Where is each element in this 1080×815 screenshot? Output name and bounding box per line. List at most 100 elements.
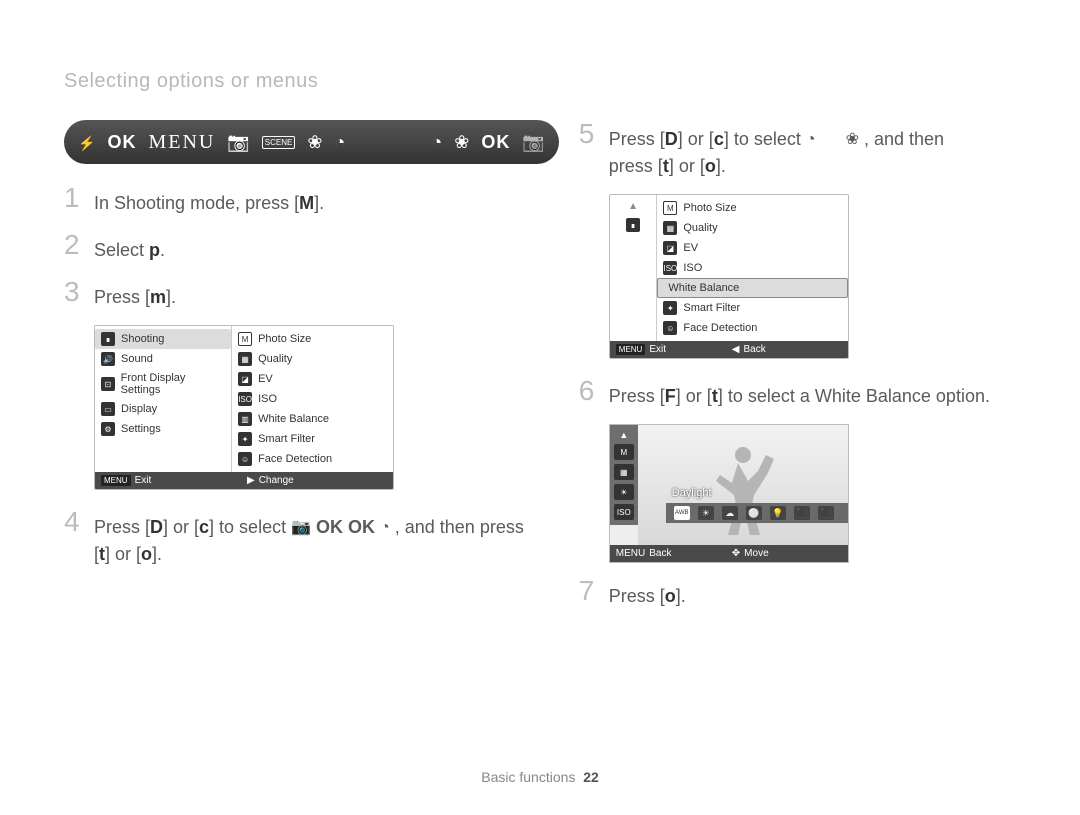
timer-icon [806, 128, 816, 152]
menu-item: Smart Filter [683, 302, 740, 314]
step-number: 7 [579, 577, 599, 610]
screenshot-footer: MENU Back ✥ Move [610, 545, 848, 562]
screenshot-footer: MENUExit ▶Change [95, 472, 393, 489]
step-4: 4 Press [D] or [c] to select 📷 OK OK , a… [64, 508, 559, 568]
size-icon: M [238, 332, 252, 346]
menu-item: Settings [121, 423, 161, 435]
step-text: Press [m]. [94, 278, 176, 311]
wb-chip-6: ⬛ [818, 506, 834, 520]
step-6: 6 Press [F] or [t] to select a White Bal… [579, 377, 1050, 410]
menu-item: Face Detection [683, 322, 757, 334]
menu-item: Front Display Settings [121, 372, 225, 396]
footer-page-number: 22 [583, 769, 599, 785]
menu-item: Photo Size [683, 202, 736, 214]
left-arrow-icon: ◀ [732, 344, 740, 355]
footer-action: Exit [135, 475, 152, 486]
menu-right-pane: MPhoto Size ▦Quality ◪EV ISOISO White Ba… [657, 195, 847, 341]
menu-button-icon: MENU [616, 548, 645, 559]
camera-icon: ∎ [101, 332, 115, 346]
mode-m-icon: M [614, 444, 634, 460]
ev-icon: ◪ [238, 372, 252, 386]
face-icon: ☺ [238, 452, 252, 466]
step-7: 7 Press [o]. [579, 577, 1050, 610]
move-icon: ✥ [732, 548, 740, 559]
footer-action: Back [649, 548, 671, 559]
timer-icon [380, 516, 390, 540]
menu-screenshot-1: ∎Shooting 🔊Sound ⊡Front Display Settings… [94, 325, 394, 490]
wb-chip-daylight: ☀ [698, 506, 714, 520]
face-icon: ☺ [663, 321, 677, 335]
step-3: 3 Press [m]. [64, 278, 559, 311]
step-text: Press [o]. [609, 577, 686, 610]
step-number: 1 [64, 184, 84, 217]
timer-icon [334, 132, 345, 153]
quality-icon: ▦ [663, 221, 677, 235]
footer-action: Move [744, 548, 768, 559]
menu-item: White Balance [258, 413, 329, 425]
grid-icon: ▦ [614, 464, 634, 480]
macro-icon [307, 132, 322, 153]
left-column: OK MENU SCENE OK 1 In Shooting mode, pre… [64, 120, 559, 624]
right-arrow-icon: ▶ [247, 475, 255, 486]
side-icon-strip: ▲ M ▦ ☀ ISO [610, 425, 638, 525]
wb-caption: Daylight [672, 487, 712, 499]
display-icon: ▭ [101, 402, 115, 416]
menu-right-pane: MPhoto Size ▦Quality ◪EV ISOISO ▥White B… [232, 326, 393, 472]
wb-icon: ▥ [238, 412, 252, 426]
macro-icon-2 [454, 132, 469, 153]
iso-icon: ISO [663, 261, 677, 275]
footer-section: Basic functions [481, 769, 575, 785]
menu-item: Sound [121, 353, 153, 365]
footer-action: Change [259, 475, 294, 486]
screenshot-footer: MENUExit ◀Back [610, 341, 848, 358]
step-number: 6 [579, 377, 599, 410]
camera-icon: ∎ [626, 218, 640, 232]
smart-camera-icon: 📷 [291, 516, 311, 540]
timer-icon-2 [431, 132, 442, 153]
camera-icon [227, 132, 249, 153]
scene-icon: SCENE [262, 136, 296, 149]
menu-item-selected: White Balance [664, 282, 739, 294]
filter-icon: ✦ [663, 301, 677, 315]
wb-chip-cloudy: ☁ [722, 506, 738, 520]
preview-stage: Daylight AWB ☀ ☁ ⚪ 💡 ⬛ ⬛ [638, 425, 848, 545]
wb-chip-awb: AWB [674, 506, 690, 520]
footer-action: Back [743, 344, 765, 355]
iso-icon: ISO [238, 392, 252, 406]
step-text: Press [D] or [c] to select , and then pr… [609, 120, 944, 180]
page-footer: Basic functions 22 [0, 769, 1080, 785]
step-2: 2 Select p. [64, 231, 559, 264]
menu-item: Quality [258, 353, 292, 365]
iso-icon: ISO [614, 504, 634, 520]
menu-item: ISO [683, 262, 702, 274]
quality-icon: ▦ [238, 352, 252, 366]
gear-icon: ⚙ [101, 422, 115, 436]
menu-button-icon: MENU [616, 344, 646, 355]
step-text: Press [D] or [c] to select 📷 OK OK , and… [94, 508, 524, 568]
step-text: In Shooting mode, press [M]. [94, 184, 324, 217]
step-5: 5 Press [D] or [c] to select , and then … [579, 120, 1050, 180]
mode-bar: OK MENU SCENE OK [64, 120, 559, 164]
menu-item: Quality [683, 222, 717, 234]
section-header: Selecting options or menus [64, 70, 318, 93]
step-text: Select p. [94, 231, 165, 264]
menu-screenshot-2: ▲ ∎ MPhoto Size ▦Quality ◪EV ISOISO Whit… [609, 194, 849, 359]
speaker-icon: 🔊 [101, 352, 115, 366]
step-1: 1 In Shooting mode, press [M]. [64, 184, 559, 217]
step-number: 3 [64, 278, 84, 311]
size-icon: M [663, 201, 677, 215]
sun-icon: ☀ [614, 484, 634, 500]
wb-option-strip: AWB ☀ ☁ ⚪ 💡 ⬛ ⬛ [666, 503, 848, 523]
footer-action: Exit [649, 344, 666, 355]
step-text: Press [F] or [t] to select a White Balan… [609, 377, 990, 410]
wb-chip-5: ⬛ [794, 506, 810, 520]
step-number: 2 [64, 231, 84, 264]
wb-chip-fluor: ⚪ [746, 506, 762, 520]
step-number: 4 [64, 508, 84, 568]
wb-chip-tungsten: 💡 [770, 506, 786, 520]
menu-left-pane-narrow: ▲ ∎ [610, 195, 658, 341]
filter-icon: ✦ [238, 432, 252, 446]
menu-item: EV [683, 242, 698, 254]
menu-item: Face Detection [258, 453, 332, 465]
menu-left-pane: ∎Shooting 🔊Sound ⊡Front Display Settings… [95, 326, 232, 472]
